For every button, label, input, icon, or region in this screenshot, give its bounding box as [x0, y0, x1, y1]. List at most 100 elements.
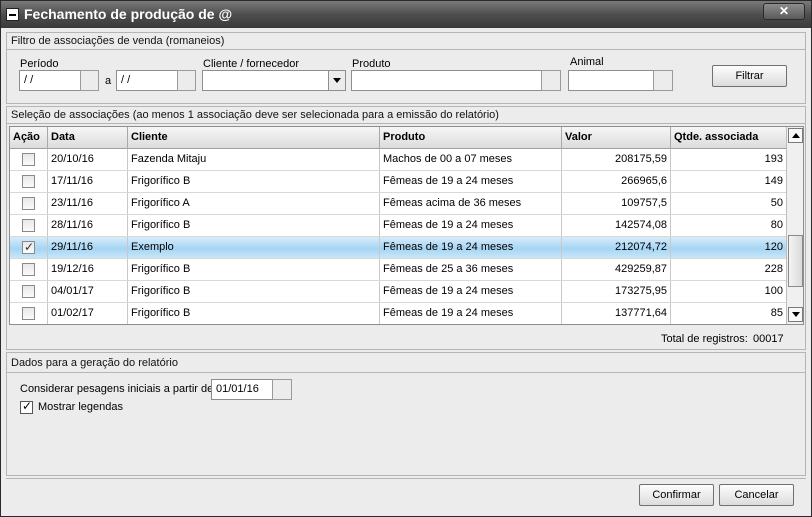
mostrar-legendas-label[interactable]: Mostrar legendas: [38, 401, 123, 413]
title-bar[interactable]: Fechamento de produção de @ ✕: [1, 1, 811, 28]
cliente-label: Cliente / fornecedor: [203, 58, 299, 70]
report-group: [6, 352, 806, 476]
periodo-label: Período: [20, 58, 59, 70]
window-title: Fechamento de produção de @: [24, 6, 233, 22]
selection-header: Seleção de associações (ao menos 1 assoc…: [11, 109, 499, 121]
cell-acao: [10, 259, 48, 280]
confirmar-button[interactable]: Confirmar: [639, 484, 714, 506]
row-select-checkbox[interactable]: [22, 153, 35, 166]
report-separator: [6, 372, 806, 373]
cell-produto: Fêmeas de 19 a 24 meses: [380, 281, 562, 302]
cell-valor: 266965,6: [562, 171, 671, 192]
scroll-up-icon[interactable]: [788, 128, 803, 143]
cell-cliente: Frigorífico B: [128, 303, 380, 324]
cell-data: 29/11/16: [48, 237, 128, 258]
animal-input[interactable]: [568, 70, 654, 91]
table-row[interactable]: 28/11/16 Frigorífico B Fêmeas de 19 a 24 m…: [10, 215, 787, 237]
cell-qtde: 50: [671, 193, 787, 214]
row-select-checkbox[interactable]: [22, 263, 35, 276]
table-row[interactable]: 23/11/16 Frigorífico A Fêmeas acima de 36 …: [10, 193, 787, 215]
cell-produto: Fêmeas de 19 a 24 meses: [380, 303, 562, 324]
selection-separator: [6, 123, 806, 124]
cell-qtde: 193: [671, 149, 787, 170]
filtrar-button[interactable]: Filtrar: [712, 65, 787, 87]
cell-qtde: 120: [671, 237, 787, 258]
close-button[interactable]: ✕: [763, 3, 805, 20]
cell-cliente: Exemplo: [128, 237, 380, 258]
scroll-down-icon[interactable]: [788, 307, 803, 322]
cell-produto: Fêmeas de 19 a 24 meses: [380, 171, 562, 192]
table-header: Ação Data Cliente Produto Valor Qtde. as…: [10, 127, 787, 149]
row-select-checkbox[interactable]: [22, 240, 35, 254]
window-menu-icon[interactable]: [6, 8, 19, 21]
cliente-combobox[interactable]: [202, 70, 346, 91]
produto-lookup-button[interactable]: [541, 70, 561, 91]
cell-valor: 137771,64: [562, 303, 671, 324]
cell-qtde: 228: [671, 259, 787, 280]
pesagens-date-input[interactable]: 01/01/16: [211, 379, 273, 400]
footer-separator: [6, 478, 806, 479]
cell-valor: 173275,95: [562, 281, 671, 302]
col-produto[interactable]: Produto: [380, 127, 562, 149]
cell-qtde: 100: [671, 281, 787, 302]
a-label: a: [105, 75, 112, 87]
date-from-picker-button[interactable]: [80, 70, 99, 91]
cell-data: 23/11/16: [48, 193, 128, 214]
scroll-thumb[interactable]: [788, 235, 803, 287]
row-select-checkbox[interactable]: [22, 175, 35, 188]
cell-valor: 142574,08: [562, 215, 671, 236]
table-row[interactable]: 04/01/17 Frigorífico B Fêmeas de 19 a 24 m…: [10, 281, 787, 303]
cell-produto: Fêmeas de 19 a 24 meses: [380, 215, 562, 236]
cell-cliente: Frigorífico B: [128, 259, 380, 280]
cell-acao: [10, 215, 48, 236]
cell-qtde: 80: [671, 215, 787, 236]
table-row[interactable]: 19/12/16 Frigorífico B Fêmeas de 25 a 36 m…: [10, 259, 787, 281]
date-to-picker-button[interactable]: [177, 70, 196, 91]
cell-acao: [10, 281, 48, 302]
cell-data: 28/11/16: [48, 215, 128, 236]
cell-acao: [10, 303, 48, 324]
pesagens-date-picker-button[interactable]: [272, 379, 292, 400]
dialog-window: Fechamento de produção de @ ✕ Filtro de …: [0, 0, 812, 517]
filter-separator: [6, 49, 806, 50]
cell-data: 17/11/16: [48, 171, 128, 192]
row-select-checkbox[interactable]: [22, 307, 35, 320]
mostrar-legendas-checkbox[interactable]: [20, 399, 33, 414]
col-acao[interactable]: Ação: [10, 127, 48, 149]
produto-input[interactable]: [351, 70, 542, 91]
table-scrollbar[interactable]: [786, 127, 803, 324]
date-to-input[interactable]: / /: [116, 70, 178, 91]
animal-lookup-button[interactable]: [653, 70, 673, 91]
cell-data: 04/01/17: [48, 281, 128, 302]
cell-cliente: Fazenda Mitaju: [128, 149, 380, 170]
cell-qtde: 85: [671, 303, 787, 324]
cell-cliente: Frigorífico B: [128, 215, 380, 236]
col-cliente[interactable]: Cliente: [128, 127, 380, 149]
table-row[interactable]: 01/02/17 Frigorífico B Fêmeas de 19 a 24 m…: [10, 303, 787, 324]
chevron-down-icon[interactable]: [328, 71, 345, 90]
total-value: 00017: [753, 333, 784, 345]
col-data[interactable]: Data: [48, 127, 128, 149]
col-qtde[interactable]: Qtde. associada: [671, 127, 787, 149]
row-select-checkbox[interactable]: [22, 285, 35, 298]
col-valor[interactable]: Valor: [562, 127, 671, 149]
cell-cliente: Frigorífico B: [128, 281, 380, 302]
cell-acao: [10, 193, 48, 214]
cell-produto: Fêmeas de 19 a 24 meses: [380, 237, 562, 258]
cell-cliente: Frigorífico B: [128, 171, 380, 192]
cell-cliente: Frigorífico A: [128, 193, 380, 214]
filter-header: Filtro de associações de venda (romaneio…: [11, 35, 225, 47]
animal-label: Animal: [570, 56, 604, 68]
pesagens-label: Considerar pesagens iniciais a partir de…: [20, 383, 217, 395]
row-select-checkbox[interactable]: [22, 219, 35, 232]
cell-valor: 212074,72: [562, 237, 671, 258]
cell-valor: 208175,59: [562, 149, 671, 170]
cell-data: 19/12/16: [48, 259, 128, 280]
table-row[interactable]: 17/11/16 Frigorífico B Fêmeas de 19 a 24 m…: [10, 171, 787, 193]
table-row[interactable]: 20/10/16 Fazenda Mitaju Machos de 00 a 07 …: [10, 149, 787, 171]
date-from-input[interactable]: / /: [19, 70, 81, 91]
cancelar-button[interactable]: Cancelar: [719, 484, 794, 506]
row-select-checkbox[interactable]: [22, 197, 35, 210]
table-row[interactable]: 29/11/16ExemploFêmeas de 19 a 24 meses21…: [10, 237, 787, 259]
cell-data: 20/10/16: [48, 149, 128, 170]
